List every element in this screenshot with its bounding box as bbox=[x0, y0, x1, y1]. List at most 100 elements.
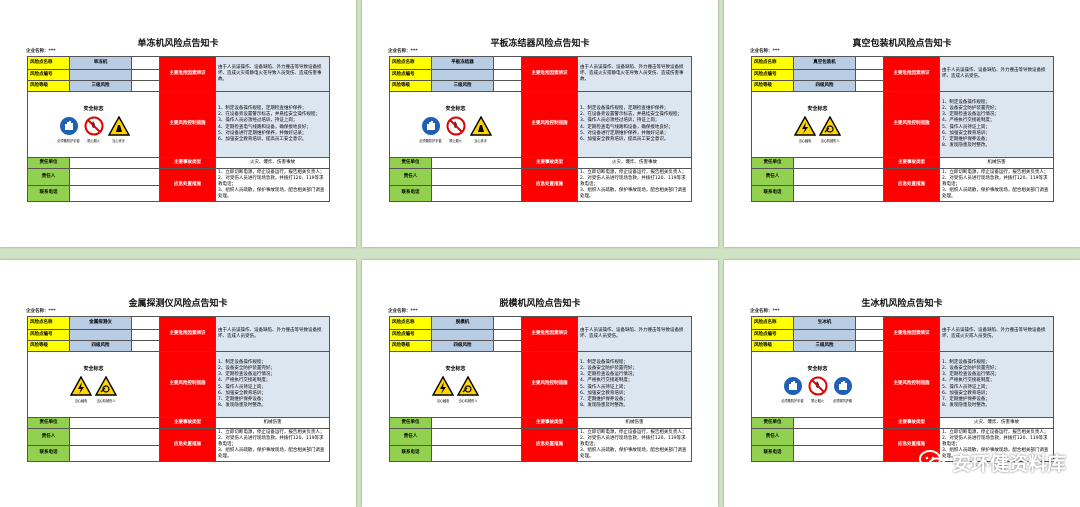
emergency-item: 3、组织人员疏散，保护事故现场，配合相关部门调查处理。 bbox=[218, 448, 325, 460]
safety-sign-label: 当心机械伤人 bbox=[96, 398, 116, 403]
cell-blank bbox=[855, 316, 884, 330]
label-risk-code: 风险点编号 bbox=[389, 69, 432, 81]
risk-level-value: 三级风险 bbox=[69, 80, 132, 92]
risk-factors-text: 由于人员误操作、设备缺陷、外力撞击等导致设备损坏、造成人员受伤。 bbox=[939, 56, 1054, 92]
safety-signs-row: 当心触电 当心机械伤人 bbox=[392, 375, 519, 403]
contact-value bbox=[793, 184, 884, 203]
label-risk-level: 风险等级 bbox=[751, 340, 794, 352]
resp-person-value bbox=[431, 428, 522, 446]
warning-hand-sign-icon bbox=[469, 115, 492, 138]
risk-card-page-3: 真空包装机风险点告知卡 企业名称：*** 风险点名称 真空包装机 主要危险因素辨… bbox=[724, 0, 1080, 247]
cell-blank bbox=[855, 340, 884, 352]
label-accident-types: 主要事故类型 bbox=[159, 157, 216, 169]
safety-sign: 当心夹手 bbox=[469, 115, 492, 143]
risk-level-value: 三级风险 bbox=[431, 80, 494, 92]
safety-sign: 当心机械伤人 bbox=[95, 375, 117, 403]
safety-sign: 必须穿防护服 bbox=[831, 375, 854, 403]
resp-unit-value bbox=[69, 157, 160, 169]
accident-types-value: 火灾、爆炸、伤害事故 bbox=[939, 417, 1054, 429]
safety-signs-row: 必须戴防护手套 禁止烟火 当心夹手 bbox=[392, 115, 519, 143]
prohibition-sign-icon bbox=[806, 375, 829, 398]
label-risk-name: 风险点名称 bbox=[751, 316, 794, 330]
label-accident-types: 主要事故类型 bbox=[521, 417, 578, 429]
label-accident-types: 主要事故类型 bbox=[159, 417, 216, 429]
warning-mech-sign-icon bbox=[95, 375, 117, 398]
watermark-text: 安环健资料库 bbox=[951, 452, 1066, 475]
warning-electric-sign-icon bbox=[794, 115, 816, 138]
safety-signs-cell: 安全标志 必须戴防护手套 禁止烟火 必须穿防护服 bbox=[751, 351, 884, 418]
risk-code-value bbox=[793, 69, 856, 81]
safety-sign: 当心触电 bbox=[794, 115, 816, 143]
measure-item: 4、定期检查电气线路和设备，确保接地良好； bbox=[218, 124, 311, 130]
warning-electric-sign-icon bbox=[432, 375, 454, 398]
label-risk-factors: 主要危险因素辨识 bbox=[883, 316, 940, 352]
safety-signs-cell: 安全标志 当心触电 当心机械伤人 bbox=[27, 351, 160, 418]
measure-item: 6、加强安全教育培训，提高员工安全意识。 bbox=[580, 136, 669, 142]
label-risk-level: 风险等级 bbox=[751, 80, 794, 92]
risk-card-table: 风险点名称 真空包装机 主要危险因素辨识 由于人员误操作、设备缺陷、外力撞击等导… bbox=[751, 56, 1054, 203]
label-resp-unit: 责任单位 bbox=[751, 157, 794, 169]
label-contact: 联系电话 bbox=[27, 184, 70, 203]
safety-signs-heading: 安全标志 bbox=[83, 365, 104, 372]
contact-value bbox=[793, 444, 884, 463]
label-resp-person: 责任人 bbox=[389, 168, 432, 186]
safety-sign-label: 禁止烟火 bbox=[87, 138, 100, 143]
control-measures-list: 1、制定设备操作规程； 2、设备安全防护装置完好； 3、定期检查设备运行情况； 4、严… bbox=[939, 91, 1054, 158]
cell-blank bbox=[855, 329, 884, 341]
emergency-item: 3、组织人员疏散，保护事故现场，配合相关部门调查处理。 bbox=[580, 188, 687, 200]
safety-sign-label: 当心夹手 bbox=[112, 138, 125, 143]
prohibition-sign-icon bbox=[444, 115, 467, 138]
label-resp-unit: 责任单位 bbox=[751, 417, 794, 429]
cell-blank bbox=[855, 80, 884, 92]
cell-blank bbox=[855, 69, 884, 81]
safety-sign-label: 必须戴防护手套 bbox=[781, 398, 804, 403]
warning-electric-sign-icon bbox=[70, 375, 92, 398]
safety-sign-label: 当心触电 bbox=[74, 398, 88, 403]
label-risk-factors: 主要危险因素辨识 bbox=[883, 56, 940, 92]
risk-code-value bbox=[431, 329, 494, 341]
label-accident-types: 主要事故类型 bbox=[883, 157, 940, 169]
measure-item: 8、发现隐患及时整改。 bbox=[942, 402, 990, 408]
resp-person-value bbox=[69, 428, 160, 446]
risk-card-page-2: 平板冻结器风险点告知卡 企业名称：*** 风险点名称 平板冻结器 主要危险因素辨… bbox=[362, 0, 718, 247]
risk-card-table: 风险点名称 平板冻结器 主要危险因素辨识 由于人员误操作、设备缺陷、外力撞击等导… bbox=[389, 56, 692, 203]
safety-sign: 当心机械伤人 bbox=[457, 375, 479, 403]
label-risk-code: 风险点编号 bbox=[751, 69, 794, 81]
safety-sign-label: 当心触电 bbox=[436, 398, 450, 403]
contact-value bbox=[69, 184, 160, 203]
risk-name-value: 真空包装机 bbox=[793, 56, 856, 70]
contact-value bbox=[431, 184, 522, 203]
risk-factors-text: 由于人员误操作、设备缺陷、外力撞击等导致设备损坏、造成火灾或静电火花导致人员受伤… bbox=[215, 56, 330, 92]
safety-signs-cell: 安全标志 当心触电 当心机械伤人 bbox=[751, 91, 884, 158]
risk-card-page-4: 金属探测仪风险点告知卡 企业名称：*** 风险点名称 金属探测仪 主要危险因素辨… bbox=[0, 260, 356, 507]
label-emergency: 应急处置措施 bbox=[159, 427, 216, 463]
emergency-item: 2、对受伤人员进行现场急救，并拨打120、119等求救电话； bbox=[580, 436, 686, 448]
label-control-measures: 主要风险控制措施 bbox=[883, 351, 940, 418]
safety-signs-heading: 安全标志 bbox=[445, 365, 466, 372]
safety-signs-cell: 安全标志 必须戴防护手套 禁止烟火 当心夹手 bbox=[389, 91, 522, 158]
safety-signs-heading: 安全标志 bbox=[807, 365, 828, 372]
label-risk-name: 风险点名称 bbox=[751, 56, 794, 70]
safety-signs-heading: 安全标志 bbox=[807, 105, 828, 112]
label-risk-level: 风险等级 bbox=[27, 340, 70, 352]
label-contact: 联系电话 bbox=[751, 184, 794, 203]
emergency-item: 2、对受伤人员进行现场急救，并拨打120、119等求救电话； bbox=[218, 176, 324, 188]
measure-item: 4、定期检查电气线路和设备，确保接地良好； bbox=[580, 124, 673, 130]
risk-card-table: 风险点名称 脱模机 主要危险因素辨识 由于人员误操作、设备缺陷、外力撞击等导致设… bbox=[389, 316, 692, 463]
label-risk-factors: 主要危险因素辨识 bbox=[521, 316, 578, 352]
safety-signs-cell: 安全标志 当心触电 当心机械伤人 bbox=[389, 351, 522, 418]
safety-signs-row: 必须戴防护手套 禁止烟火 必须穿防护服 bbox=[754, 375, 881, 403]
company-name: 企业名称：*** bbox=[26, 49, 56, 54]
control-measures-list: 1、制定设备操作规程，定期检查维护保养； 2、在设备旁设置警示标志，并悬挂安全操作… bbox=[577, 91, 692, 158]
risk-code-value bbox=[69, 329, 132, 341]
label-resp-person: 责任人 bbox=[389, 428, 432, 446]
risk-level-value: 四级风险 bbox=[793, 80, 856, 92]
risk-level-value: 四级风险 bbox=[69, 340, 132, 352]
mandatory-sign-icon bbox=[419, 115, 442, 138]
emergency-item: 3、组织人员疏散，保护事故现场，配合相关部门调查处理。 bbox=[580, 448, 687, 460]
emergency-item: 3、组织人员疏散，保护事故现场，配合相关部门调查处理。 bbox=[218, 188, 325, 200]
cell-blank bbox=[131, 69, 160, 81]
measure-item: 8、发现隐患及时整改。 bbox=[580, 402, 628, 408]
label-risk-code: 风险点编号 bbox=[389, 329, 432, 341]
label-control-measures: 主要风险控制措施 bbox=[159, 91, 216, 158]
